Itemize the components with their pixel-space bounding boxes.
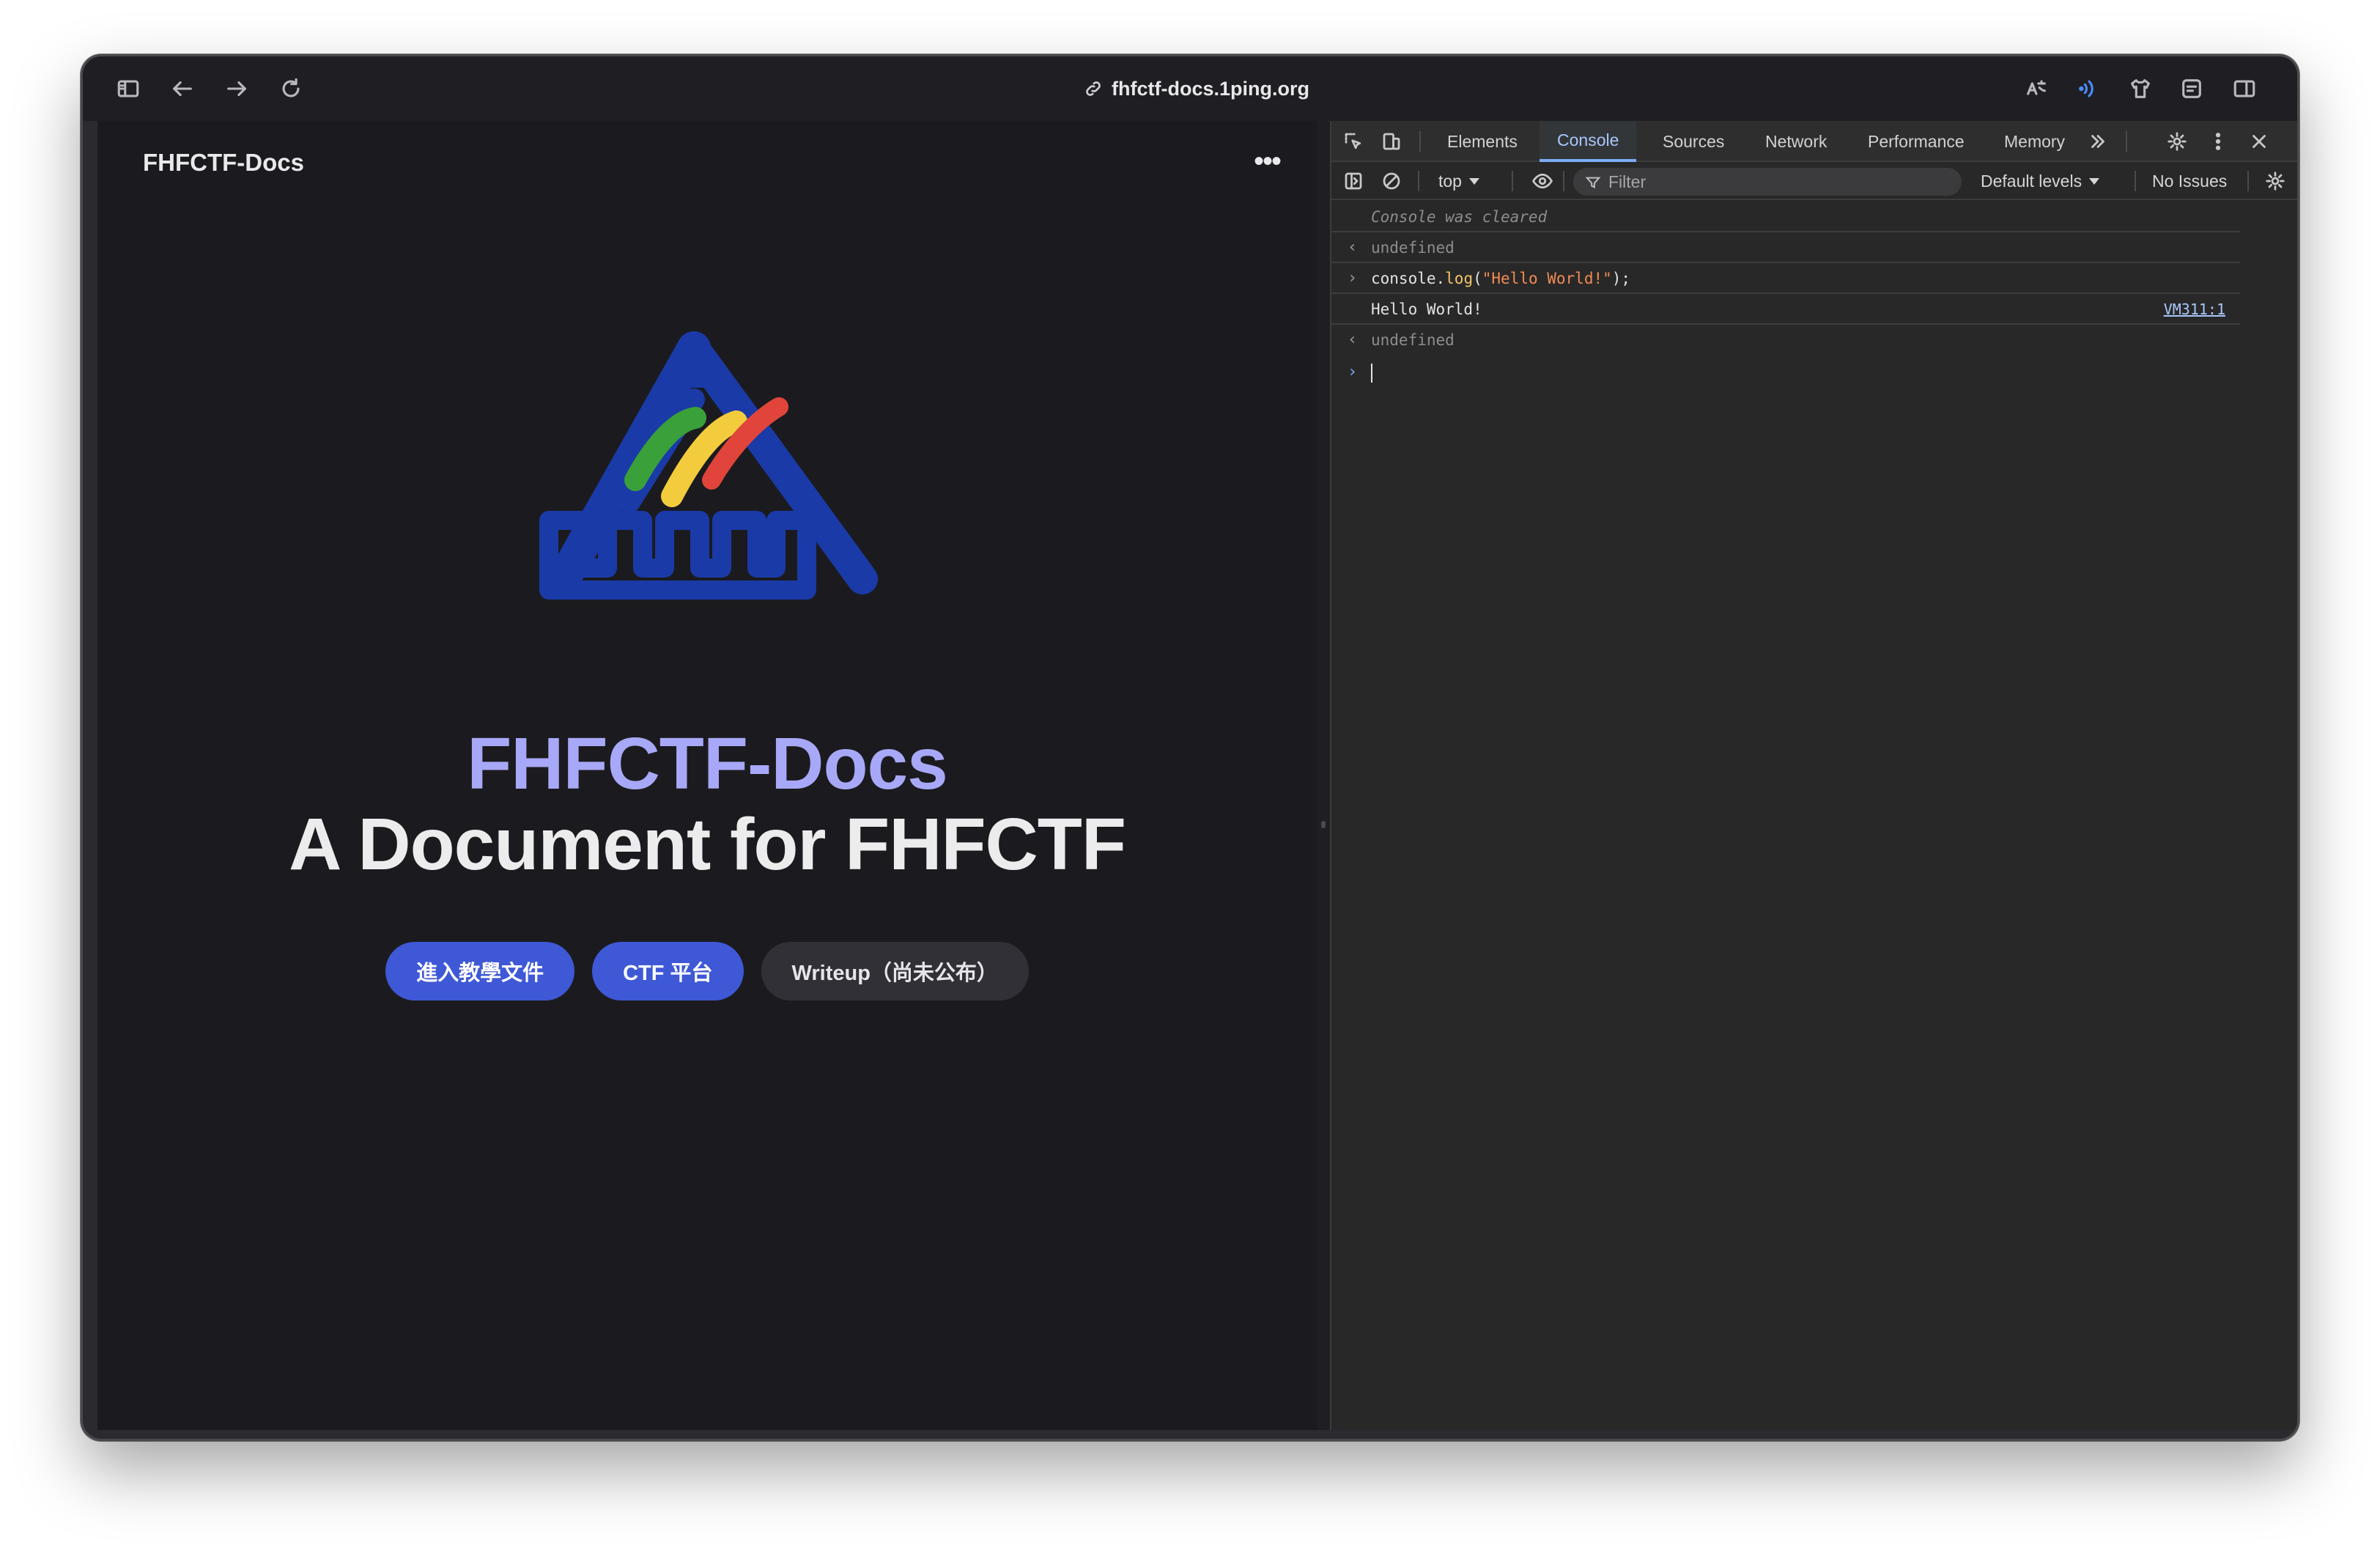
hero-name: FHFCTF-Docs [467,723,948,805]
text-caret [1371,364,1372,383]
devtools-tab-bar: Elements Console Sources Network Perform… [1331,121,2297,162]
console-command-text: console.log("Hello World!"); [1371,263,1630,294]
console-cleared-row: Console was cleared [1331,202,2240,232]
console-prompt-row[interactable]: › [1331,357,2240,388]
hero-tagline: A Document for FHFCTF [289,803,1126,885]
ctf-platform-button[interactable]: CTF 平台 [592,942,744,1000]
settings-gear-icon[interactable] [2164,128,2190,155]
back-icon[interactable] [163,70,202,108]
console-result-text: undefined [1371,239,1455,257]
shirt-icon[interactable] [2121,70,2159,108]
issues-label: No Issues [2152,171,2228,191]
audio-icon[interactable] [2070,70,2108,108]
fhfctf-logo [539,331,878,600]
tab-sources[interactable]: Sources [1663,121,1724,162]
console-cleared-text: Console was cleared [1371,208,1548,226]
url-text: fhfctf-docs.1ping.org [1112,77,1309,100]
card-icon[interactable] [2173,70,2211,108]
console-result-row: ‹ undefined [1331,232,2240,263]
console-input[interactable] [1371,357,1372,388]
writeup-button[interactable]: Writeup（尚未公布） [761,942,1029,1000]
prompt-chevron-icon: › [1348,363,1358,381]
command-open: ( [1473,270,1482,287]
console-result-row: ‹ undefined [1331,325,2240,355]
tab-network[interactable]: Network [1765,121,1827,162]
filter-icon [1585,177,1601,189]
tab-console[interactable]: Console [1540,121,1637,162]
split-view-icon[interactable] [2225,70,2263,108]
sidebar-toggle-icon[interactable] [1340,168,1367,194]
tab-memory[interactable]: Memory [2004,121,2065,162]
web-page: FHFCTF-Docs ••• FHFCTF-Docs A Document f… [97,121,1317,1430]
console-settings-icon[interactable] [2262,168,2288,194]
reload-icon[interactable] [272,70,310,108]
return-arrow-icon: ‹ [1348,331,1358,349]
console-log-text: Hello World! [1371,301,1482,318]
console-toolbar: top Filter Default levels No Issues [1331,162,2297,200]
context-label: top [1438,171,1462,191]
console-filter-input[interactable]: Filter [1573,168,1962,196]
chevron-down-icon [2089,177,2100,185]
browser-window: fhfctf-docs.1ping.org FHFCTF-Docs ••• FH… [81,54,2299,1441]
sidebar-icon[interactable] [109,70,147,108]
log-levels-label: Default levels [1981,171,2082,191]
chevron-down-icon [1468,177,1479,185]
input-chevron-icon: › [1348,269,1358,287]
console-result-text: undefined [1371,331,1455,349]
console-log-row: Hello World! VM311:1 [1331,294,2240,325]
console-command-row: › console.log("Hello World!"); [1331,263,2240,294]
splitter-handle[interactable] [1321,821,1326,828]
more-tabs-icon[interactable] [2085,128,2111,155]
link-icon [1086,81,1101,96]
panel-splitter[interactable] [1317,121,1330,1430]
more-menu-button[interactable]: ••• [1245,143,1289,180]
address-bar[interactable]: fhfctf-docs.1ping.org [1021,70,1372,108]
hero-actions: 進入教學文件 CTF 平台 Writeup（尚未公布） [97,942,1317,1000]
source-link[interactable]: VM311:1 [2164,294,2225,325]
translate-ext-icon[interactable] [2017,70,2055,108]
tab-performance[interactable]: Performance [1868,121,1965,162]
command-string: "Hello World!" [1482,270,1612,287]
close-devtools-icon[interactable] [2246,128,2272,155]
command-prefix: console. [1371,270,1446,287]
devtools-panel: Elements Console Sources Network Perform… [1330,121,2297,1430]
return-arrow-icon: ‹ [1348,238,1358,257]
log-levels-dropdown[interactable]: Default levels [1981,162,2100,200]
clear-console-icon[interactable] [1378,168,1405,194]
issues-button[interactable]: No Issues [2152,162,2227,200]
live-expression-eye-icon[interactable] [1529,168,1556,194]
command-fn: log [1445,270,1474,287]
context-selector[interactable]: top [1438,162,1479,200]
forward-icon[interactable] [218,70,256,108]
kebab-menu-icon[interactable] [2205,128,2231,155]
browser-toolbar: fhfctf-docs.1ping.org [83,56,2297,121]
command-close: ); [1611,270,1631,287]
filter-placeholder: Filter [1608,172,1647,191]
docs-button[interactable]: 進入教學文件 [385,942,575,1000]
inspect-element-icon[interactable] [1340,128,1367,155]
tab-elements[interactable]: Elements [1447,121,1518,162]
device-toolbar-icon[interactable] [1378,128,1405,155]
site-title[interactable]: FHFCTF-Docs [143,149,304,177]
